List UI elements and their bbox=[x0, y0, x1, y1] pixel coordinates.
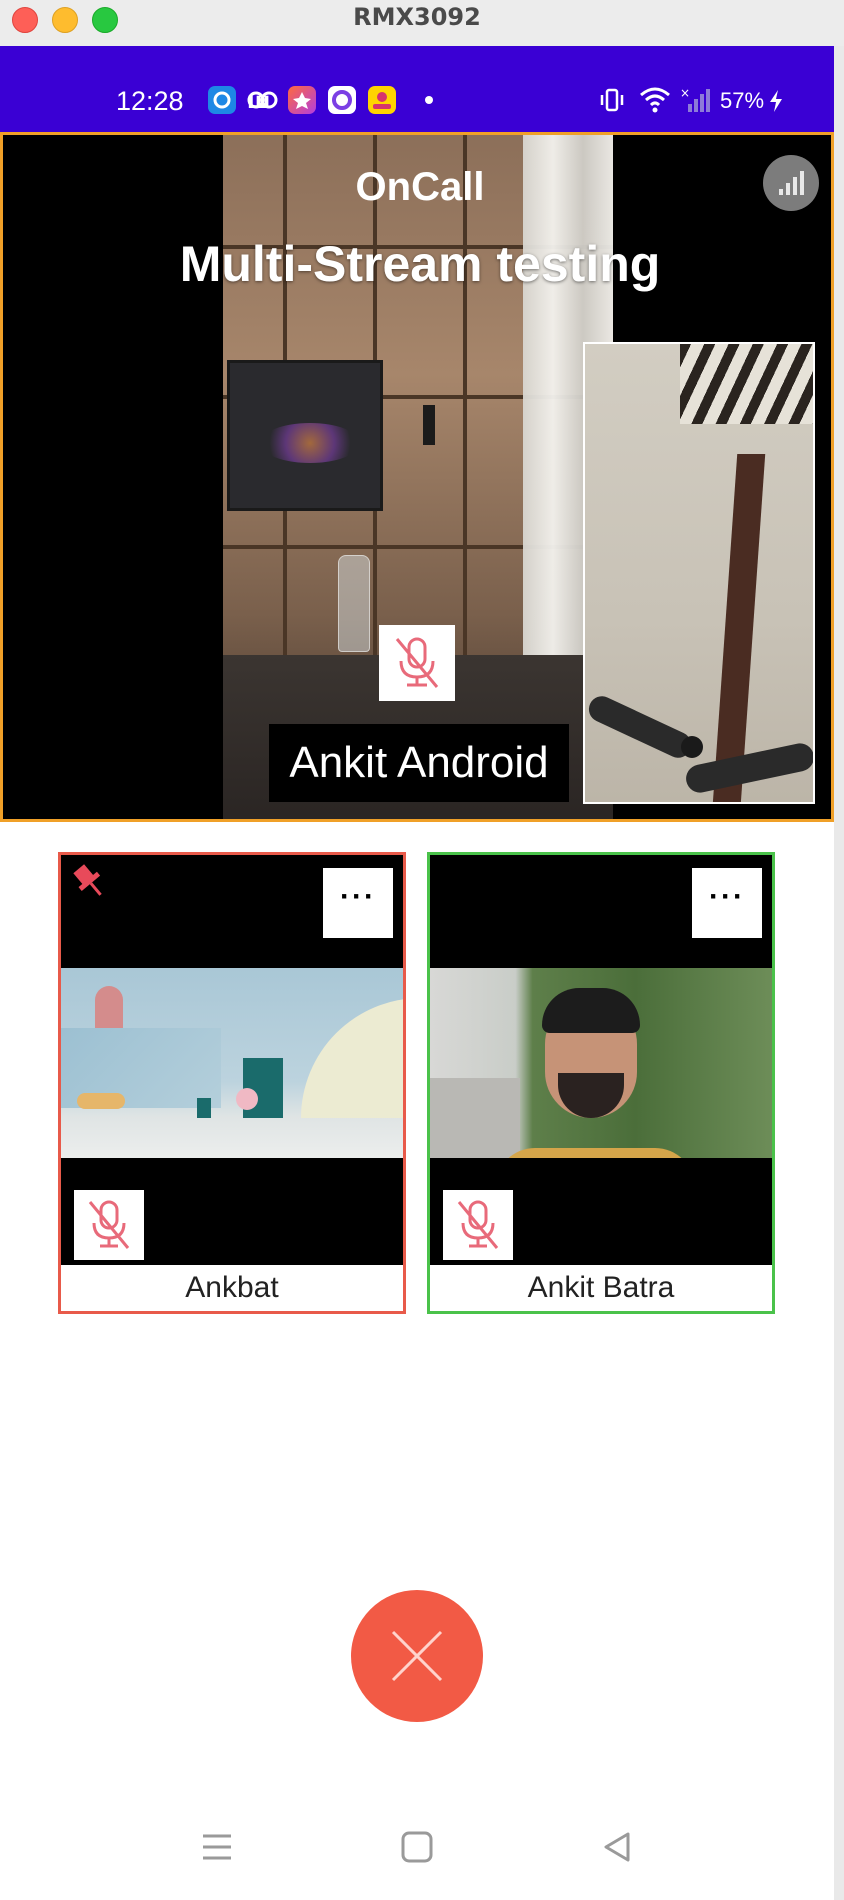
tile-participant-name: Ankbat bbox=[61, 1265, 403, 1311]
main-video-stage[interactable]: OnCall Multi-Stream testing Ankit Androi… bbox=[0, 132, 834, 822]
app-icon-yellow bbox=[368, 86, 396, 114]
window-edge bbox=[834, 46, 844, 1900]
tile-more-options-button[interactable]: ··· bbox=[323, 868, 393, 938]
wifi-icon bbox=[638, 84, 672, 119]
app-icon-purple-ring bbox=[328, 86, 356, 114]
close-icon bbox=[391, 1630, 443, 1682]
main-participant-name: Ankit Android bbox=[269, 724, 569, 802]
app-icon-blue-circle bbox=[208, 86, 236, 114]
tile-more-options-button[interactable]: ··· bbox=[692, 868, 762, 938]
back-icon[interactable] bbox=[600, 1830, 634, 1864]
network-quality-button[interactable] bbox=[763, 155, 819, 211]
signal-bars-icon bbox=[779, 171, 804, 195]
self-view-pip[interactable] bbox=[583, 342, 815, 804]
menu-icon[interactable] bbox=[200, 1830, 234, 1864]
battery-percentage: 57% bbox=[720, 88, 765, 113]
svg-text:×: × bbox=[680, 86, 690, 100]
participant-tile-ankbat[interactable]: ··· Ankbat bbox=[58, 852, 406, 1314]
home-icon[interactable] bbox=[400, 1830, 434, 1864]
cellular-signal-icon: × bbox=[680, 86, 714, 119]
tile-participant-name: Ankit Batra bbox=[430, 1265, 772, 1311]
conference-title: Multi-Stream testing bbox=[179, 236, 661, 292]
mic-off-icon bbox=[457, 1200, 499, 1249]
vibrate-icon bbox=[598, 86, 626, 119]
muted-mic-indicator bbox=[74, 1190, 144, 1260]
muted-mic-indicator bbox=[443, 1190, 513, 1260]
navigation-bar bbox=[0, 1800, 834, 1900]
status-bar: 12:28 ꟺ × 57% bbox=[0, 46, 834, 132]
background-tv bbox=[227, 360, 383, 511]
notification-dot bbox=[425, 96, 433, 104]
participant-video bbox=[61, 968, 403, 1158]
app-brand-label: OnCall bbox=[355, 165, 485, 209]
mic-off-icon bbox=[395, 637, 439, 688]
window-titlebar: RMX3092 bbox=[0, 0, 844, 47]
mic-off-icon bbox=[88, 1200, 130, 1249]
app-icon-wb: ꟺ bbox=[246, 86, 280, 114]
end-call-button[interactable] bbox=[351, 1590, 483, 1722]
battery-charging-icon bbox=[768, 88, 784, 119]
status-time: 12:28 bbox=[116, 86, 184, 116]
pin-icon[interactable] bbox=[67, 859, 111, 903]
participant-video bbox=[430, 968, 772, 1158]
window-title: RMX3092 bbox=[353, 3, 481, 31]
participant-tile-ankit-batra[interactable]: ··· Ankit Batra bbox=[427, 852, 775, 1314]
app-icon-pink bbox=[288, 86, 316, 114]
muted-mic-indicator bbox=[379, 625, 455, 701]
